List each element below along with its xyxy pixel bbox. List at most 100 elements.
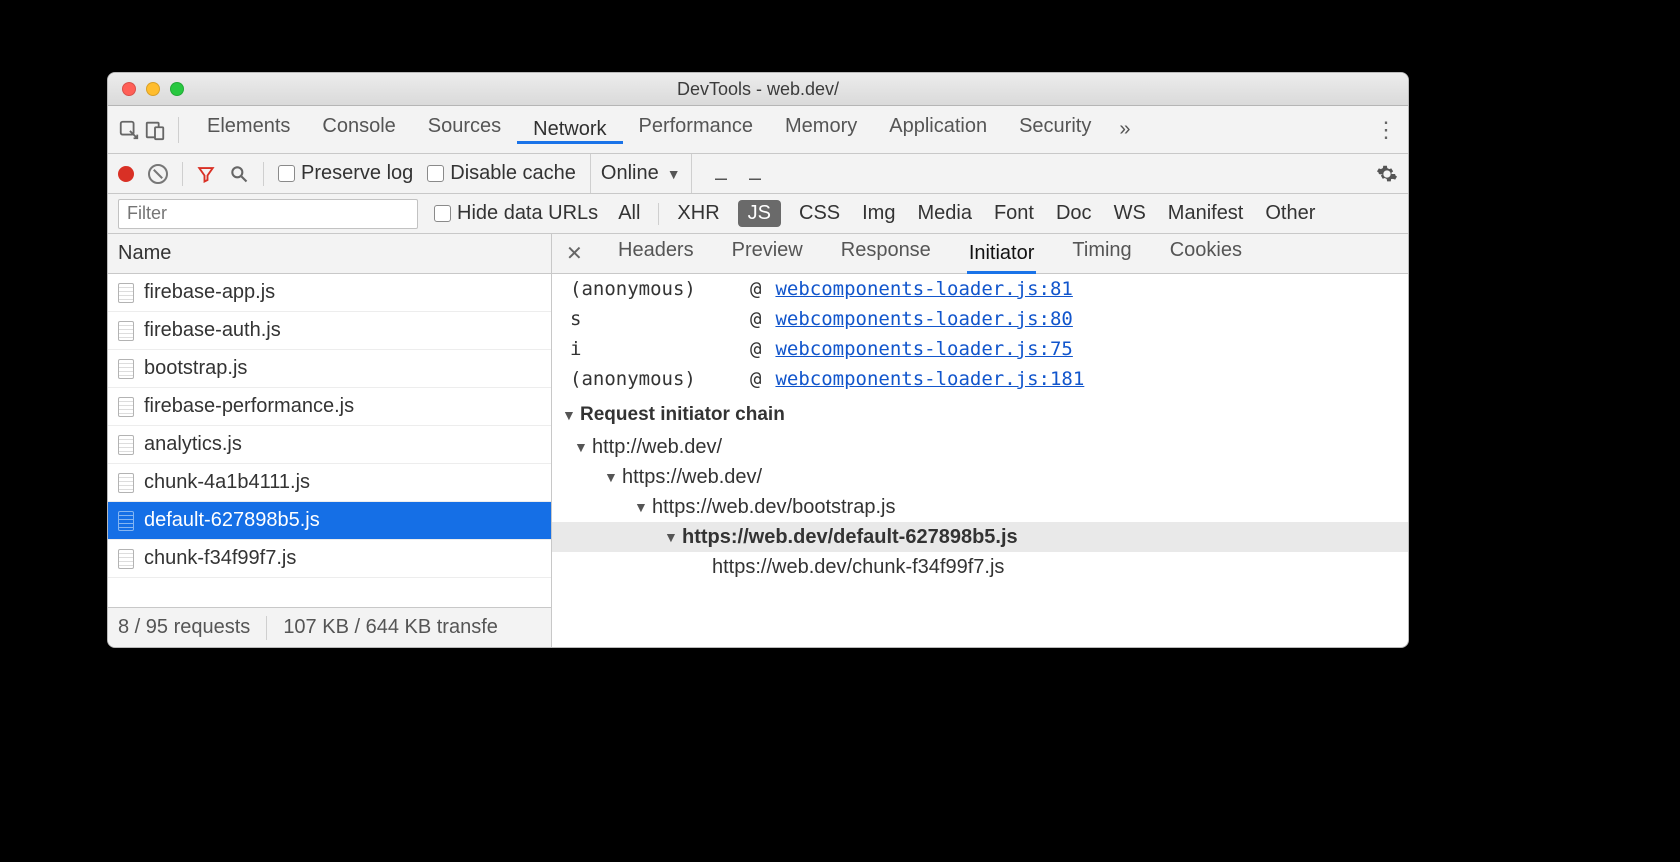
- panel-tab-sources[interactable]: Sources: [412, 115, 517, 138]
- request-row[interactable]: analytics.js: [108, 426, 551, 464]
- filter-type-doc[interactable]: Doc: [1052, 200, 1096, 227]
- filter-type-xhr[interactable]: XHR: [673, 200, 723, 227]
- disclosure-triangle-icon: ▼: [664, 529, 678, 545]
- panel-tab-security[interactable]: Security: [1003, 115, 1107, 138]
- filter-type-img[interactable]: Img: [858, 200, 899, 227]
- separator: [182, 162, 183, 186]
- hide-data-urls-checkbox[interactable]: Hide data URLs: [434, 202, 598, 225]
- request-list-pane: Name firebase-app.js firebase-auth.js boot…: [108, 234, 552, 647]
- stack-function: i: [570, 338, 740, 360]
- disable-cache-checkbox[interactable]: Disable cache: [427, 162, 576, 185]
- panel-tab-application[interactable]: Application: [873, 115, 1003, 138]
- filter-type-manifest[interactable]: Manifest: [1164, 200, 1248, 227]
- request-row[interactable]: chunk-f34f99f7.js: [108, 540, 551, 578]
- stack-frame: i @ webcomponents-loader.js:75: [552, 334, 1408, 364]
- request-name: chunk-4a1b4111.js: [144, 471, 310, 494]
- filter-input[interactable]: [118, 199, 418, 229]
- stack-frame: (anonymous) @ webcomponents-loader.js:81: [552, 274, 1408, 304]
- filter-type-css[interactable]: CSS: [795, 200, 844, 227]
- panel-tabs: ElementsConsoleSourcesNetworkPerformance…: [108, 106, 1408, 154]
- separator: [263, 162, 264, 186]
- panel-tab-console[interactable]: Console: [306, 115, 411, 138]
- filter-toggle-icon[interactable]: [197, 165, 215, 183]
- request-row[interactable]: firebase-performance.js: [108, 388, 551, 426]
- panel-tab-performance[interactable]: Performance: [623, 115, 770, 138]
- network-settings-icon[interactable]: [1376, 163, 1398, 185]
- panel-tab-network[interactable]: Network: [517, 115, 622, 144]
- request-row[interactable]: firebase-app.js: [108, 274, 551, 312]
- request-list-header[interactable]: Name: [108, 234, 551, 274]
- request-count: 8 / 95 requests: [118, 616, 250, 639]
- filter-type-all[interactable]: All: [614, 200, 644, 227]
- script-file-icon: [118, 321, 134, 341]
- chain-node[interactable]: ▼http://web.dev/: [552, 432, 1408, 462]
- request-row[interactable]: default-627898b5.js: [108, 502, 551, 540]
- detail-tab-response[interactable]: Response: [839, 233, 933, 274]
- detail-tab-timing[interactable]: Timing: [1070, 233, 1133, 274]
- chain-node[interactable]: https://web.dev/chunk-f34f99f7.js: [552, 552, 1408, 582]
- chain-node[interactable]: ▼https://web.dev/default-627898b5.js: [552, 522, 1408, 552]
- device-toolbar-icon[interactable]: [144, 119, 166, 141]
- detail-tab-preview[interactable]: Preview: [730, 233, 805, 274]
- request-list[interactable]: firebase-app.js firebase-auth.js bootstrap…: [108, 274, 551, 607]
- initiator-chain-header[interactable]: ▼ Request initiator chain: [552, 394, 1408, 432]
- chain-node[interactable]: ▼https://web.dev/bootstrap.js: [552, 492, 1408, 522]
- stack-source-link[interactable]: webcomponents-loader.js:75: [775, 338, 1072, 360]
- request-row[interactable]: bootstrap.js: [108, 350, 551, 388]
- stack-function: s: [570, 308, 740, 330]
- customize-devtools-icon[interactable]: ⋮: [1374, 117, 1398, 143]
- request-row[interactable]: firebase-auth.js: [108, 312, 551, 350]
- preserve-log-checkbox[interactable]: Preserve log: [278, 162, 413, 185]
- clear-button[interactable]: [148, 164, 168, 184]
- stack-source-link[interactable]: webcomponents-loader.js:80: [775, 308, 1072, 330]
- request-name: firebase-app.js: [144, 281, 275, 304]
- at-symbol: @: [750, 278, 761, 300]
- chain-url: https://web.dev/bootstrap.js: [652, 496, 895, 519]
- request-name: bootstrap.js: [144, 357, 247, 380]
- filter-type-media[interactable]: Media: [913, 200, 975, 227]
- network-toolbar: Preserve log Disable cache Online ▼: [108, 154, 1408, 194]
- request-name: firebase-auth.js: [144, 319, 281, 342]
- stack-source-link[interactable]: webcomponents-loader.js:81: [775, 278, 1072, 300]
- detail-tab-cookies[interactable]: Cookies: [1168, 233, 1244, 274]
- hide-data-urls-label: Hide data URLs: [457, 202, 598, 225]
- throttling-value: Online: [601, 162, 659, 185]
- panel-overflow-button[interactable]: »: [1111, 106, 1138, 153]
- request-row[interactable]: chunk-4a1b4111.js: [108, 464, 551, 502]
- search-icon[interactable]: [229, 164, 249, 184]
- disclosure-triangle-icon: ▼: [574, 439, 588, 455]
- panel-tab-memory[interactable]: Memory: [769, 115, 873, 138]
- detail-tab-headers[interactable]: Headers: [616, 233, 696, 274]
- chain-node[interactable]: ▼https://web.dev/: [552, 462, 1408, 492]
- preserve-log-label: Preserve log: [301, 162, 413, 185]
- checkbox-icon: [278, 165, 295, 182]
- separator: [658, 203, 659, 225]
- chevron-down-icon: ▼: [667, 166, 681, 182]
- script-file-icon: [118, 549, 134, 569]
- throttling-select[interactable]: Online ▼: [590, 154, 692, 193]
- close-detail-icon[interactable]: ✕: [566, 241, 586, 266]
- devtools-window: DevTools - web.dev/ ElementsConsoleSourc…: [107, 72, 1409, 648]
- detail-tab-initiator[interactable]: Initiator: [967, 233, 1037, 274]
- record-button[interactable]: [118, 166, 134, 182]
- filter-type-other[interactable]: Other: [1261, 200, 1319, 227]
- request-name: firebase-performance.js: [144, 395, 354, 418]
- inspect-element-icon[interactable]: [118, 119, 140, 141]
- initiator-chain-title: Request initiator chain: [580, 404, 785, 426]
- script-file-icon: [118, 397, 134, 417]
- checkbox-icon: [434, 205, 451, 222]
- filter-type-font[interactable]: Font: [990, 200, 1038, 227]
- initiator-panel: (anonymous) @ webcomponents-loader.js:81 s @…: [552, 274, 1408, 647]
- panel-tab-elements[interactable]: Elements: [191, 115, 306, 138]
- export-har-icon[interactable]: [746, 165, 764, 183]
- disclosure-triangle-icon: ▼: [604, 469, 618, 485]
- import-har-icon[interactable]: [712, 165, 730, 183]
- disable-cache-label: Disable cache: [450, 162, 576, 185]
- stack-function: (anonymous): [570, 278, 740, 300]
- request-name: analytics.js: [144, 433, 242, 456]
- filter-type-ws[interactable]: WS: [1110, 200, 1150, 227]
- stack-source-link[interactable]: webcomponents-loader.js:181: [775, 368, 1084, 390]
- request-name: default-627898b5.js: [144, 509, 320, 532]
- at-symbol: @: [750, 338, 761, 360]
- filter-type-js[interactable]: JS: [738, 200, 781, 227]
